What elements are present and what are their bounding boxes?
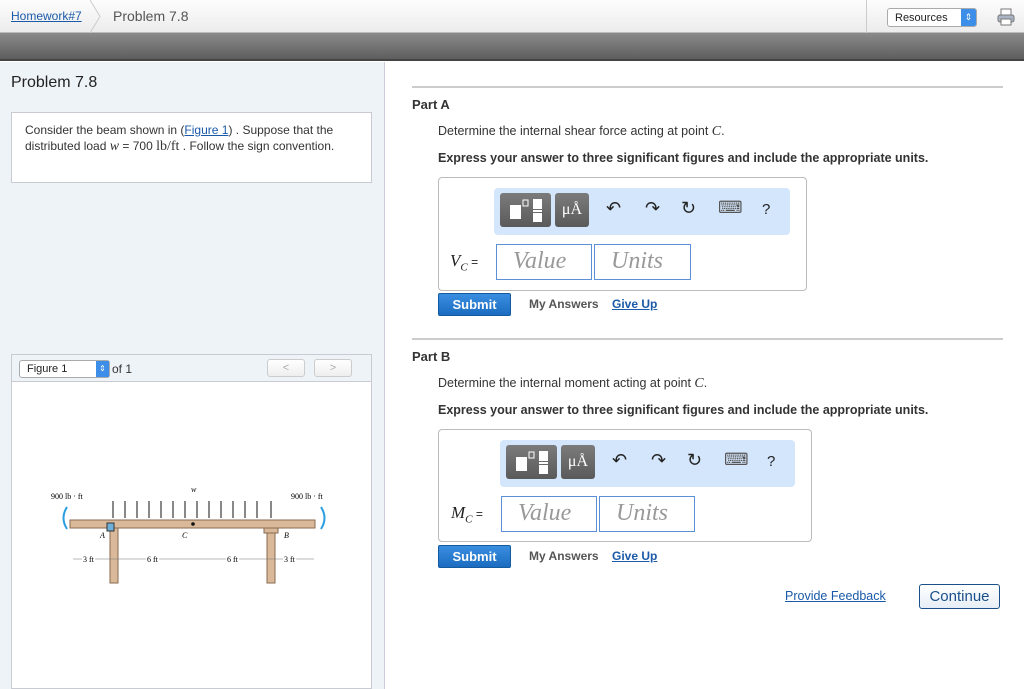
pin-a <box>106 522 115 532</box>
breadcrumb-homework-link[interactable]: Homework#7 <box>11 9 82 23</box>
figure-link[interactable]: Figure 1 <box>184 123 228 137</box>
part-a-submit-button[interactable]: Submit <box>438 293 511 316</box>
divider <box>412 338 1003 340</box>
problem-title: Problem 7.8 <box>11 74 98 91</box>
post-a <box>109 527 119 584</box>
nav-bar: « previous 4 of 8 next » <box>0 33 1024 88</box>
figure-header: Figure 1 ⇕ of 1 < > <box>12 355 371 382</box>
divider <box>866 0 867 33</box>
templates-icon <box>510 199 542 222</box>
part-a-give-up[interactable]: Give Up <box>612 297 657 311</box>
help-icon[interactable]: ? <box>762 201 770 218</box>
part-b-toolbar: μÅ ↶ ↷ ↻ ⌨ ? <box>500 440 795 487</box>
dim-4: 3 ft <box>284 555 296 564</box>
units-button[interactable]: μÅ <box>555 193 589 227</box>
part-a-toolbar: μÅ ↶ ↷ ↻ ⌨ ? <box>494 188 790 235</box>
part-a-my-answers[interactable]: My Answers <box>529 297 599 311</box>
part-b-submit-button[interactable]: Submit <box>438 545 511 568</box>
c-label: C <box>182 531 188 540</box>
part-a-value-input[interactable]: Value <box>496 244 592 280</box>
print-icon[interactable] <box>997 8 1015 26</box>
dim-2: 6 ft <box>147 555 159 564</box>
moment-left-label: 900 lb · ft <box>51 492 84 501</box>
figure-panel: Figure 1 ⇕ of 1 < > 900 lb · ft 900 lb · … <box>11 354 372 689</box>
help-icon[interactable]: ? <box>767 453 775 470</box>
part-a-label: Part A <box>412 97 450 112</box>
units-button[interactable]: μÅ <box>561 445 595 479</box>
templates-icon <box>516 451 548 474</box>
part-a-units-input[interactable]: Units <box>594 244 691 280</box>
part-b-value-input[interactable]: Value <box>501 496 597 532</box>
figure-count: of 1 <box>112 362 133 376</box>
part-a-instruction: Express your answer to three significant… <box>438 151 929 165</box>
point-c <box>191 522 195 526</box>
beam-diagram: 900 lb · ft 900 lb · ft w A B C 3 ft 6 f… <box>51 485 326 584</box>
w-label: w <box>191 485 197 494</box>
figure-next-button[interactable]: > <box>314 359 352 377</box>
dim-3: 6 ft <box>227 555 239 564</box>
redo-icon[interactable]: ↷ <box>651 450 666 471</box>
problem-statement: Consider the beam shown in (Figure 1) . … <box>11 112 372 183</box>
resources-label: Resources <box>895 12 948 24</box>
part-b-variable: MC = <box>451 503 483 526</box>
a-label: A <box>99 531 105 540</box>
post-b <box>266 532 276 584</box>
reset-icon[interactable]: ↻ <box>687 450 702 471</box>
load-arrows <box>112 501 272 518</box>
select-arrows-icon: ⇕ <box>961 9 976 26</box>
redo-icon[interactable]: ↷ <box>645 198 660 219</box>
b-label: B <box>284 531 289 540</box>
templates-button[interactable] <box>506 445 557 479</box>
moment-right-arrow <box>320 506 326 530</box>
part-b-instruction: Express your answer to three significant… <box>438 403 929 417</box>
figure-select[interactable]: Figure 1 ⇕ <box>19 360 110 378</box>
part-a-variable: VC = <box>450 251 479 274</box>
moment-left-arrow <box>62 506 68 530</box>
breadcrumb-separator-icon <box>89 0 101 33</box>
breadcrumb-current: Problem 7.8 <box>113 8 189 24</box>
part-b-label: Part B <box>412 349 451 364</box>
templates-button[interactable] <box>500 193 551 227</box>
part-b-give-up[interactable]: Give Up <box>612 549 657 563</box>
continue-button[interactable]: Continue <box>919 584 1000 609</box>
provide-feedback-link[interactable]: Provide Feedback <box>785 589 886 603</box>
part-b-question: Determine the internal moment acting at … <box>438 376 708 391</box>
figure-prev-button[interactable]: < <box>267 359 305 377</box>
divider <box>412 86 1003 88</box>
part-b-my-answers[interactable]: My Answers <box>529 549 599 563</box>
reset-icon[interactable]: ↻ <box>681 198 696 219</box>
undo-icon[interactable]: ↶ <box>612 450 627 471</box>
moment-right-label: 900 lb · ft <box>291 492 324 501</box>
keyboard-icon[interactable]: ⌨ <box>724 450 749 470</box>
keyboard-icon[interactable]: ⌨ <box>718 198 743 218</box>
undo-icon[interactable]: ↶ <box>606 198 621 219</box>
select-arrows-icon: ⇕ <box>96 361 109 377</box>
part-b-units-input[interactable]: Units <box>599 496 695 532</box>
top-bar: Homework#7 Problem 7.8 Resources ⇕ <box>0 0 1024 33</box>
resources-select[interactable]: Resources ⇕ <box>887 8 977 27</box>
part-a-question: Determine the internal shear force actin… <box>438 124 725 139</box>
dim-1: 3 ft <box>83 555 95 564</box>
